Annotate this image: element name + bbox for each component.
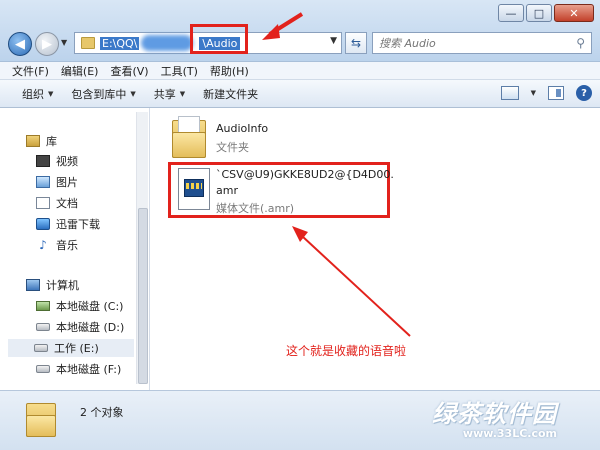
drive-icon [36, 365, 50, 373]
file-name[interactable]: AudioInfo [216, 122, 268, 135]
sidebar-item-drive-f[interactable]: 本地磁盘 (F:) [36, 360, 121, 378]
sidebar-scrollbar[interactable] [136, 112, 148, 384]
recent-pages-dropdown[interactable]: ▼ [61, 38, 67, 47]
red-arrow-icon [262, 12, 304, 40]
system-drive-icon [36, 301, 50, 311]
back-arrow-icon: ◀ [15, 36, 25, 52]
change-view-icon[interactable] [500, 86, 519, 100]
folder-icon[interactable] [172, 116, 206, 158]
file-type: 文件夹 [216, 141, 249, 154]
help-icon[interactable]: ? [576, 85, 592, 101]
navigation-pane: 库 视频 图片 文档 迅雷下载 ♪ 音乐 计算机 本地磁盘 (C:) 本地磁盘 … [0, 108, 150, 390]
back-button[interactable]: ◀ [8, 32, 32, 56]
sidebar-item-pictures[interactable]: 图片 [36, 173, 78, 191]
new-folder-label: 新建文件夹 [203, 87, 259, 101]
share-label: 共享 [153, 87, 176, 101]
preview-pane-icon[interactable] [548, 86, 564, 100]
caret-down-icon: ▼ [179, 89, 186, 98]
search-icon[interactable]: ⚲ [576, 36, 585, 50]
file-name[interactable]: `CSV@U9)GKKE8UD2@{D4D00. [216, 168, 394, 181]
include-label: 包含到库中 [71, 87, 127, 101]
video-icon [36, 155, 50, 167]
menu-help[interactable]: 帮助(H) [210, 63, 249, 79]
include-in-library-button[interactable]: 包含到库中 ▼ [71, 86, 135, 102]
computer-icon [26, 279, 40, 291]
new-folder-button[interactable]: 新建文件夹 [203, 86, 258, 102]
audio-highlight-box [190, 24, 248, 54]
scrollbar-thumb[interactable] [138, 208, 148, 384]
folder-icon [26, 399, 56, 437]
sidebar-item-label: 工作 (E:) [54, 342, 99, 355]
media-file-icon[interactable] [178, 168, 210, 210]
refresh-icon: ⇆ [350, 36, 362, 50]
caret-down-icon: ▼ [48, 89, 54, 98]
address-dropdown-icon[interactable]: ▼ [330, 36, 337, 46]
organize-button[interactable]: 组织 ▼ [22, 86, 53, 102]
sidebar-item-label: 视频 [56, 155, 78, 168]
menu-view[interactable]: 查看(V) [110, 63, 148, 79]
sidebar-item-drive-e[interactable]: 工作 (E:) [8, 339, 134, 357]
view-dropdown-icon[interactable]: ▼ [531, 89, 536, 97]
site-watermark: 绿茶软件园 www.33LC.com [432, 394, 557, 440]
sidebar-item-music[interactable]: ♪ 音乐 [36, 236, 78, 254]
sidebar-item-videos[interactable]: 视频 [36, 152, 78, 170]
menu-tools[interactable]: 工具(T) [161, 63, 198, 79]
document-icon [36, 197, 50, 209]
window-controls: — □ ✕ [498, 4, 594, 22]
search-box[interactable]: ⚲ [372, 32, 592, 54]
sidebar-item-label: 文档 [56, 197, 78, 210]
maximize-button[interactable]: □ [526, 4, 552, 22]
sidebar-item-thunder[interactable]: 迅雷下载 [36, 215, 100, 233]
sidebar-item-label: 库 [46, 135, 57, 148]
address-redacted [141, 35, 194, 51]
sidebar-item-label: 图片 [56, 176, 78, 189]
command-bar: 组织 ▼ 包含到库中 ▼ 共享 ▼ 新建文件夹 ▼ ? [0, 80, 600, 108]
caret-down-icon: ▼ [130, 89, 136, 98]
sidebar-item-label: 本地磁盘 (C:) [56, 300, 124, 313]
sidebar-item-library[interactable]: 库 [26, 132, 57, 150]
menu-edit[interactable]: 编辑(E) [61, 63, 99, 79]
sidebar-item-documents[interactable]: 文档 [36, 194, 78, 212]
sidebar-item-drive-c[interactable]: 本地磁盘 (C:) [36, 297, 123, 315]
sidebar-item-label: 本地磁盘 (F:) [56, 363, 122, 376]
refresh-button[interactable]: ⇆ [345, 32, 367, 54]
forward-button[interactable]: ▶ [35, 32, 59, 56]
music-icon: ♪ [39, 238, 47, 252]
download-icon [36, 218, 50, 230]
menu-bar: 文件(F) 编辑(E) 查看(V) 工具(T) 帮助(H) [0, 62, 600, 80]
sidebar-item-label: 音乐 [56, 239, 78, 252]
annotation-text: 这个就是收藏的语音啦 [286, 344, 407, 358]
share-button[interactable]: 共享 ▼ [154, 86, 185, 102]
sidebar-item-drive-d[interactable]: 本地磁盘 (D:) [36, 318, 124, 336]
minimize-button[interactable]: — [498, 4, 524, 22]
sidebar-item-label: 本地磁盘 (D:) [56, 321, 125, 334]
organize-label: 组织 [22, 87, 44, 101]
watermark-title: 绿茶软件园 [432, 400, 557, 428]
folder-icon [81, 37, 95, 49]
drive-icon [34, 344, 48, 352]
drive-icon [36, 323, 50, 331]
picture-icon [36, 176, 50, 188]
file-name-continued[interactable]: amr [216, 184, 238, 197]
sidebar-item-computer[interactable]: 计算机 [26, 276, 79, 294]
close-button[interactable]: ✕ [554, 4, 594, 22]
sidebar-item-label: 迅雷下载 [56, 218, 100, 231]
address-path-start[interactable]: E:\QQ\ [100, 36, 140, 50]
menu-file[interactable]: 文件(F) [12, 63, 49, 79]
sidebar-item-label: 计算机 [46, 279, 79, 292]
forward-arrow-icon: ▶ [42, 36, 52, 52]
search-input[interactable] [379, 36, 559, 50]
item-count: 2 个对象 [80, 406, 124, 419]
library-icon [26, 135, 40, 147]
file-type: 媒体文件(.amr) [216, 202, 295, 215]
